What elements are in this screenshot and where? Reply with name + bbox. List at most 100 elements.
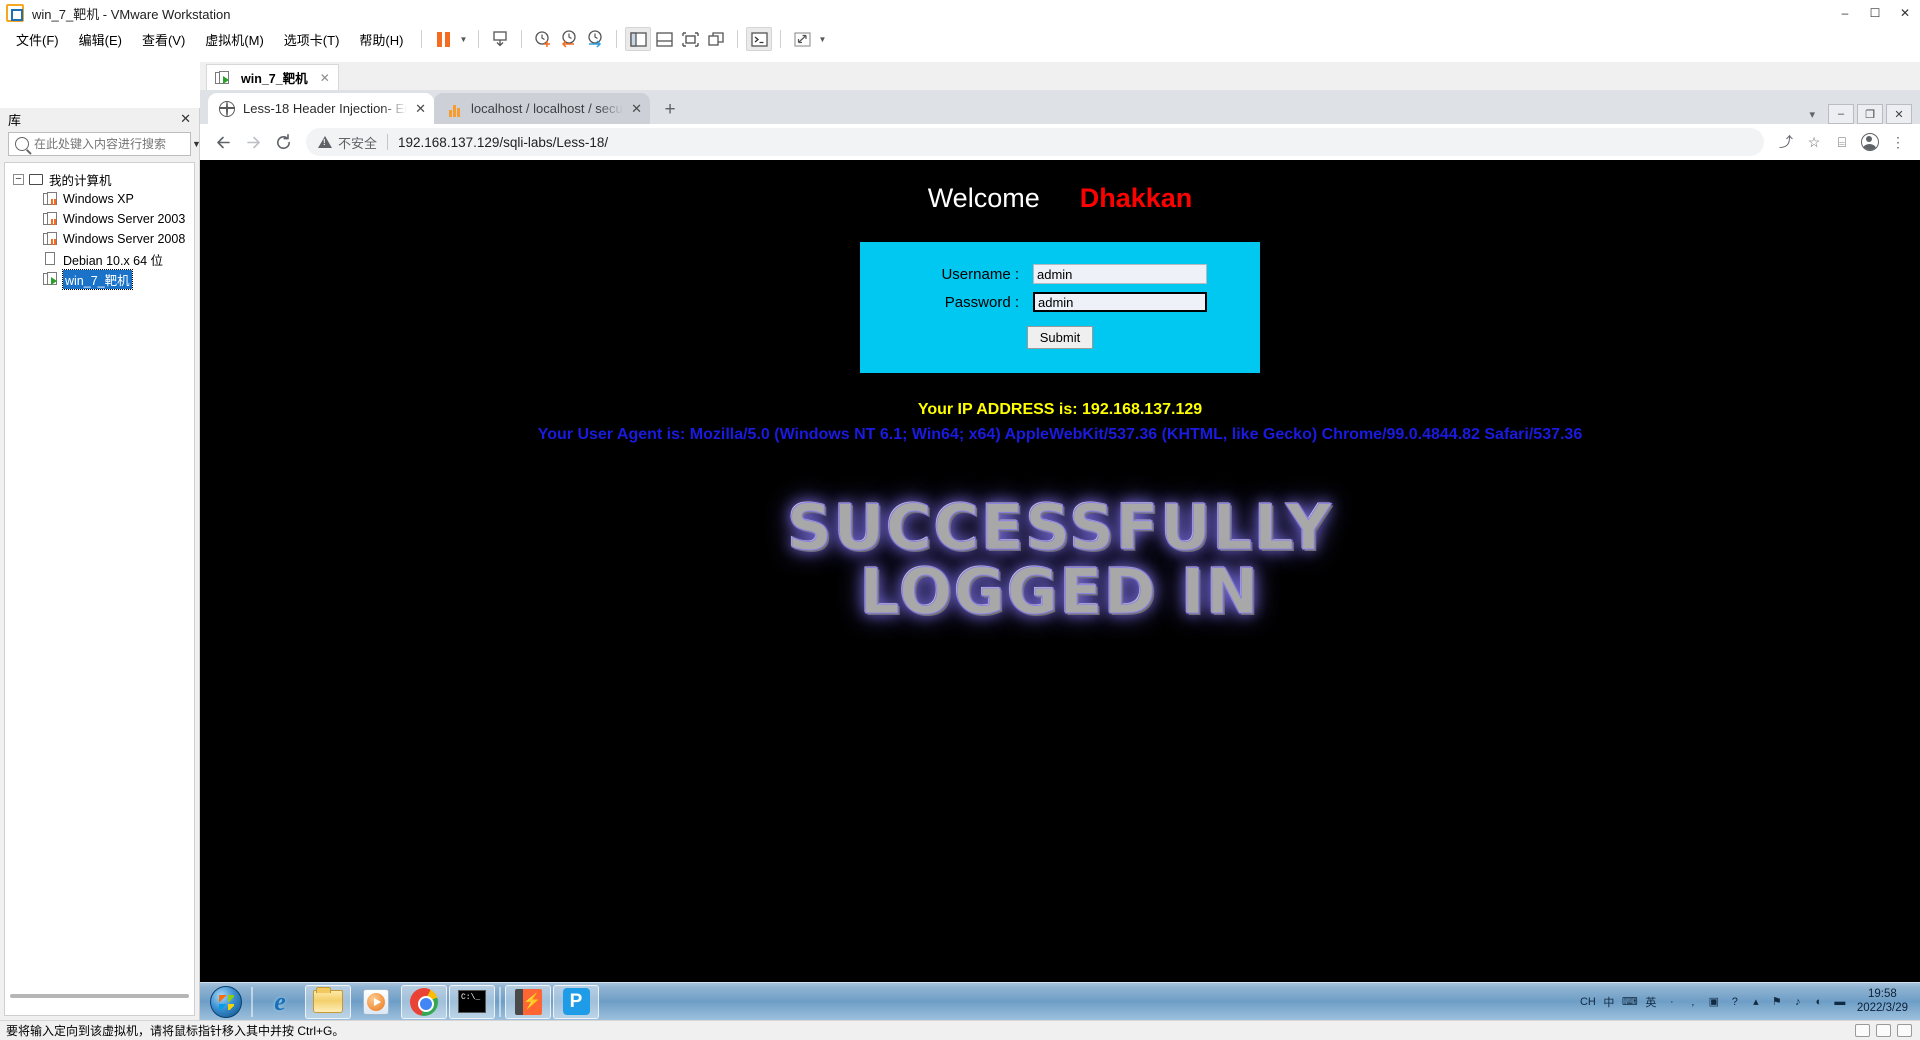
chrome-tab-close-icon[interactable]: ✕ [415, 101, 426, 117]
stretch-button[interactable] [789, 27, 815, 51]
chrome-tab-less18[interactable]: Less-18 Header Injection- Erro ✕ [208, 93, 434, 124]
login-form: Username : Password : Submit [860, 242, 1260, 374]
omnibox-divider [387, 134, 389, 150]
tray-ime-tool[interactable]: ⌨ [1622, 994, 1638, 1010]
vm-tab-win7[interactable]: win_7_靶机 ✕ [206, 64, 339, 90]
globe-icon [219, 100, 235, 117]
status-disk-icon[interactable] [1855, 1024, 1870, 1037]
more-menu-icon[interactable]: ⋮ [1884, 128, 1912, 156]
library-search-box[interactable]: ▼ [8, 132, 201, 156]
ip-address-text: Your IP ADDRESS is: 192.168.137.129 [917, 401, 1203, 419]
username-input[interactable] [1033, 264, 1207, 285]
profile-avatar-icon[interactable] [1856, 128, 1884, 156]
suspend-button[interactable] [430, 27, 456, 51]
monitor-icon [29, 173, 43, 185]
tab-search-chevron-down-icon[interactable]: ▾ [1809, 108, 1815, 121]
vmware-close-button[interactable]: ✕ [1890, 0, 1920, 26]
tray-ime-english[interactable]: 英 [1643, 994, 1659, 1010]
library-search-input[interactable] [34, 137, 189, 151]
full-screen-button[interactable] [677, 27, 703, 51]
show-library-button[interactable] [625, 27, 652, 51]
menu-file[interactable]: 文件(F) [6, 27, 69, 52]
side-panel-icon[interactable]: ⌸ [1828, 128, 1856, 156]
tray-network[interactable]: ▣ [1706, 994, 1722, 1010]
internet-explorer-icon: e [274, 986, 286, 1016]
tray-ime-comma[interactable]: ‚ [1685, 994, 1701, 1010]
taskbar-command-prompt[interactable]: C:\_ [449, 984, 495, 1019]
unity-icon [708, 31, 724, 46]
chrome-tab-close-icon[interactable]: ✕ [631, 101, 642, 117]
vm-tab-close-icon[interactable]: ✕ [320, 71, 330, 85]
show-thumbnail-bar-button[interactable] [651, 27, 677, 51]
tray-network-2[interactable]: ◐ [1811, 994, 1827, 1010]
taskbar-chrome[interactable] [401, 984, 447, 1019]
menu-vm[interactable]: 虚拟机(M) [195, 27, 274, 52]
vmware-minimize-button[interactable]: – [1830, 0, 1860, 26]
taskbar-media-player[interactable] [353, 985, 399, 1019]
address-bar[interactable]: 不安全 192.168.137.129/sqli-labs/Less-18/ [306, 128, 1764, 156]
password-input[interactable] [1033, 292, 1207, 313]
library-close-icon[interactable]: ✕ [180, 111, 191, 127]
tray-action-center[interactable]: ⚑ [1769, 994, 1785, 1010]
statusbar-indicators [1855, 1024, 1920, 1037]
taskbar-file-explorer[interactable] [305, 984, 351, 1019]
unity-mode-button[interactable] [703, 27, 729, 51]
status-usb-icon[interactable] [1897, 1024, 1912, 1037]
tray-ime-dot[interactable]: · [1664, 994, 1680, 1010]
chrome-minimize-button[interactable]: – [1828, 104, 1854, 124]
success-banner-line-2: LOGGED IN [859, 554, 1261, 628]
p-app-icon: P [562, 988, 590, 1015]
take-snapshot-button[interactable] [530, 27, 556, 51]
submit-button[interactable]: Submit [1026, 326, 1094, 350]
stretch-dropdown-chevron-down-icon[interactable]: ▼ [815, 35, 829, 44]
tree-item-label: Debian 10.x 64 位 [63, 253, 164, 268]
tray-show-hidden[interactable]: ▴ [1748, 994, 1764, 1010]
power-dropdown-chevron-down-icon[interactable]: ▼ [456, 35, 470, 44]
vmware-window-title: win_7_靶机 - VMware Workstation [32, 6, 231, 22]
revert-snapshot-button[interactable] [556, 27, 582, 51]
chrome-maximize-button[interactable]: ❐ [1857, 104, 1883, 124]
toolbar-divider-4 [737, 30, 739, 48]
forward-button[interactable] [238, 127, 268, 157]
tray-clock[interactable]: 19:58 2022/3/29 [1853, 988, 1912, 1016]
tree-item-win7-target[interactable]: win_7_靶机 [5, 268, 194, 290]
menu-edit[interactable]: 编辑(E) [69, 27, 132, 52]
tray-ime-label[interactable]: CH [1580, 996, 1596, 1008]
manage-snapshots-button[interactable] [582, 27, 608, 51]
library-horizontal-scrollbar[interactable] [10, 994, 189, 998]
reload-button[interactable] [268, 127, 298, 157]
chrome-close-button[interactable]: ✕ [1886, 104, 1912, 124]
taskbar-burp-suite[interactable]: ⚡ [505, 984, 551, 1019]
menu-help[interactable]: 帮助(H) [349, 27, 413, 52]
start-button[interactable] [204, 985, 248, 1019]
menu-tabs[interactable]: 选项卡(T) [274, 27, 350, 52]
tree-root-my-computer[interactable]: − 我的计算机 [5, 169, 194, 189]
username-row: Username : [860, 264, 1260, 285]
tray-help[interactable]: ? [1727, 994, 1743, 1010]
back-button[interactable] [208, 127, 238, 157]
chrome-tab-phpmyadmin[interactable]: localhost / localhost / security ✕ [434, 93, 650, 124]
tree-item-windows-server-2008[interactable]: Windows Server 2008 [5, 229, 194, 249]
tree-item-debian[interactable]: Debian 10.x 64 位 [5, 249, 194, 269]
tray-time: 19:58 [1868, 987, 1897, 1000]
status-network-icon[interactable] [1876, 1024, 1891, 1037]
vmware-maximize-button[interactable]: ☐ [1860, 0, 1890, 26]
menu-view[interactable]: 查看(V) [132, 27, 195, 52]
tree-item-windows-server-2003[interactable]: Windows Server 2003 [5, 209, 194, 229]
tree-expander-icon[interactable]: − [13, 173, 24, 185]
chrome-toolbar: 不安全 192.168.137.129/sqli-labs/Less-18/ ⤴… [200, 124, 1920, 160]
share-icon[interactable]: ⤴ [1772, 128, 1800, 156]
toolbar-divider-1 [478, 30, 480, 48]
taskbar-internet-explorer[interactable]: e [257, 985, 303, 1019]
fullscreen-icon [682, 31, 699, 47]
tray-volume[interactable]: ♪ [1790, 994, 1806, 1010]
tree-item-label: Windows XP [63, 192, 134, 206]
bookmark-star-icon[interactable]: ☆ [1800, 128, 1828, 156]
tray-ime-mode[interactable]: 中 [1601, 994, 1617, 1010]
tray-battery[interactable]: ▬ [1832, 994, 1848, 1010]
taskbar-pycharm[interactable]: P [553, 984, 599, 1019]
new-tab-button[interactable]: + [656, 96, 684, 124]
tree-item-windows-xp[interactable]: Windows XP [5, 189, 194, 209]
snapshot-manager-button[interactable] [487, 27, 513, 51]
console-button[interactable] [746, 27, 773, 51]
